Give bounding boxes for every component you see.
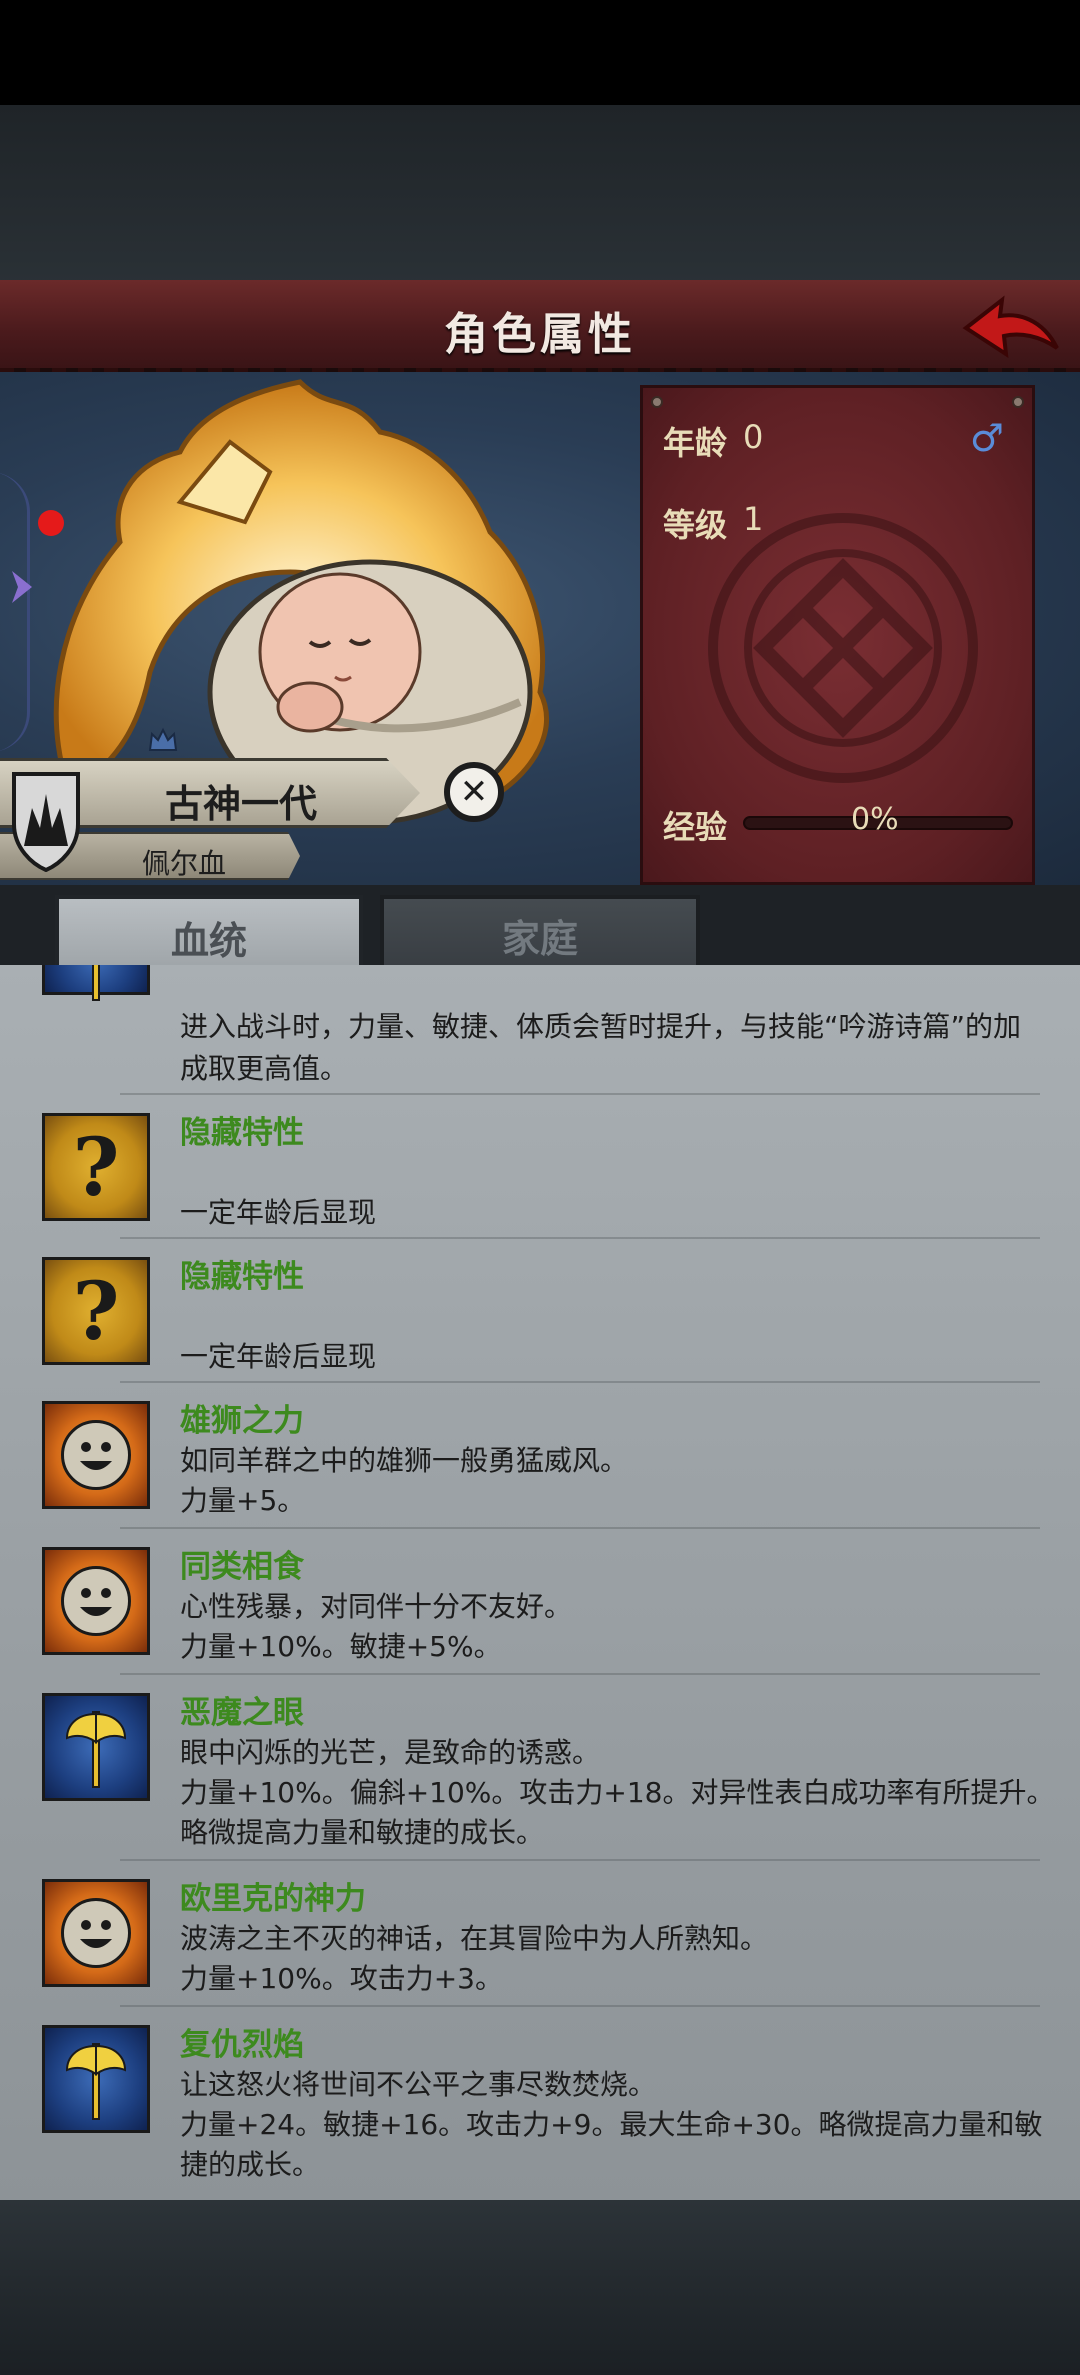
question-icon: ? [42,1113,150,1221]
crown-badge-icon [148,727,178,751]
axe-icon [42,965,150,1001]
trait-name: 复仇烈焰 [180,2027,304,2063]
trait-name: 雄狮之力 [180,1403,304,1439]
trait-name: 隐藏特性 [180,1115,304,1151]
age-label: 年龄 [663,424,728,462]
question-icon: ? [42,1257,150,1365]
trait-description: 进入战斗时，力量、敏捷、体质会暂时提升，与技能“吟游诗篇”的加 [180,1010,1022,1043]
divider [120,1381,1040,1383]
trait-description: 成取更高值。 [180,1052,349,1085]
trait-description: 心性残暴，对同伴十分不友好。 [180,1590,573,1623]
male-gender-icon: ♂ [969,416,1004,460]
smile-face [80,1442,112,1470]
side-curve [0,472,30,752]
trait-effect: 力量+5。 [180,1484,306,1517]
celtic-knot-icon [708,513,978,783]
trait-effect: 力量+10%。攻击力+3。 [180,1962,503,1995]
trait-effect: 力量+10%。敏捷+5%。 [180,1630,502,1663]
title-banner: 角色属性 [0,280,1080,378]
status-bar-area [0,0,1080,105]
character-name: 古神一代 [165,782,318,826]
trait-effect: 力量+10%。偏斜+10%。攻击力+18。对异性表白成功率有所提升。 [180,1776,1055,1809]
axe-icon [42,1693,150,1801]
axe-glyph [65,1711,127,1788]
axe-icon [42,2025,150,2133]
smile-sun-icon [42,1879,150,1987]
smile-sun-icon [42,1547,150,1655]
age-value: 0 [743,418,764,456]
level-label: 等级 [663,506,728,544]
bloodline-name: 佩尔血 [142,847,227,880]
level-value: 1 [743,500,764,538]
exp-value: 0% [851,802,899,837]
trait-name: 同类相食 [180,1549,304,1585]
divider [120,1093,1040,1095]
trait-name: 欧里克的神力 [180,1881,366,1917]
tab-family[interactable]: 家庭 [380,895,700,975]
bottom-backdrop [0,2200,1080,2375]
axe-glyph [65,2043,127,2120]
rivet [1012,396,1024,408]
trait-name: 恶魔之眼 [180,1695,304,1731]
smile-face [80,1920,112,1948]
smile-face [80,1588,112,1616]
divider [120,1237,1040,1239]
axe-glyph [92,965,100,1001]
smile-sun-icon [42,1401,150,1509]
trait-description: 眼中闪烁的光芒，是致命的诱惑。 [180,1736,601,1769]
stats-panel: 年龄 0 ♂ 等级 1 经验 0% [640,385,1035,885]
back-arrow-icon[interactable] [962,288,1062,364]
trait-description: 一定年龄后显现 [180,1196,377,1229]
trait-list[interactable]: 进入战斗时，力量、敏捷、体质会暂时提升，与技能“吟游诗篇”的加 成取更高值。 ?… [0,965,1080,2200]
divider [120,1527,1040,1529]
trait-description: 让这怒火将世间不公平之事尽数焚烧。 [180,2068,657,2101]
trait-description: 一定年龄后显现 [180,1340,377,1373]
shield-crest-icon [12,772,80,872]
page-title: 角色属性 [444,309,636,360]
exp-label: 经验 [663,808,728,846]
trait-name: 隐藏特性 [180,1259,304,1295]
trait-effect: 略微提高力量和敏捷的成长。 [180,1816,545,1849]
trait-description: 波涛之主不灭的神话，在其冒险中为人所熟知。 [180,1922,769,1955]
divider [120,1673,1040,1675]
trait-effect: 力量+24。敏捷+16。攻击力+9。最大生命+30。略微提高力量和敏 [180,2108,1043,2141]
trait-description: 如同羊群之中的雄狮一般勇猛威风。 [180,1444,629,1477]
close-icon[interactable]: ✕ [444,762,504,822]
tab-bloodline[interactable]: 血统 [55,895,363,975]
divider [120,2005,1040,2007]
trait-effect: 捷的成长。 [180,2148,321,2181]
rivet [651,396,663,408]
divider [120,1859,1040,1861]
top-backdrop [0,105,1080,285]
